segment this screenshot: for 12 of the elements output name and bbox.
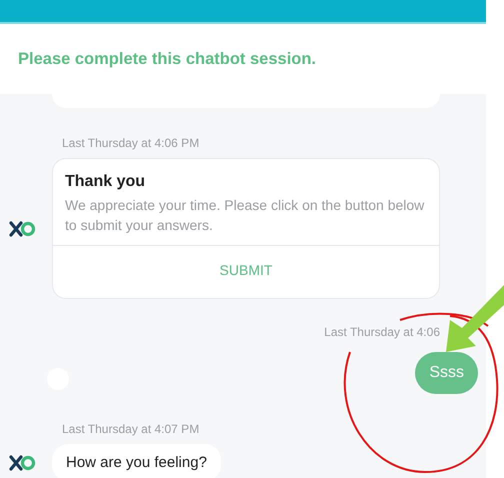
message-timestamp: Last Thursday at 4:07 PM: [62, 422, 200, 436]
message-timestamp: Last Thursday at 4:06 PM: [62, 136, 200, 150]
annotation-arrow: [445, 285, 504, 353]
card-text: We appreciate your time. Please click on the button below to submit your answers.: [65, 196, 426, 235]
submit-button[interactable]: SUBMIT: [53, 246, 439, 298]
message-bubble: How are you feeling?: [52, 444, 221, 478]
message-bubble: Ssss: [415, 352, 478, 394]
message-timestamp: Last Thursday at 4:06: [324, 325, 440, 339]
bot-logo-icon: [9, 220, 37, 236]
banner-title: Please complete this chatbot session.: [18, 50, 316, 68]
card-title: Thank you: [65, 173, 146, 191]
bot-logo-icon: [9, 454, 37, 470]
